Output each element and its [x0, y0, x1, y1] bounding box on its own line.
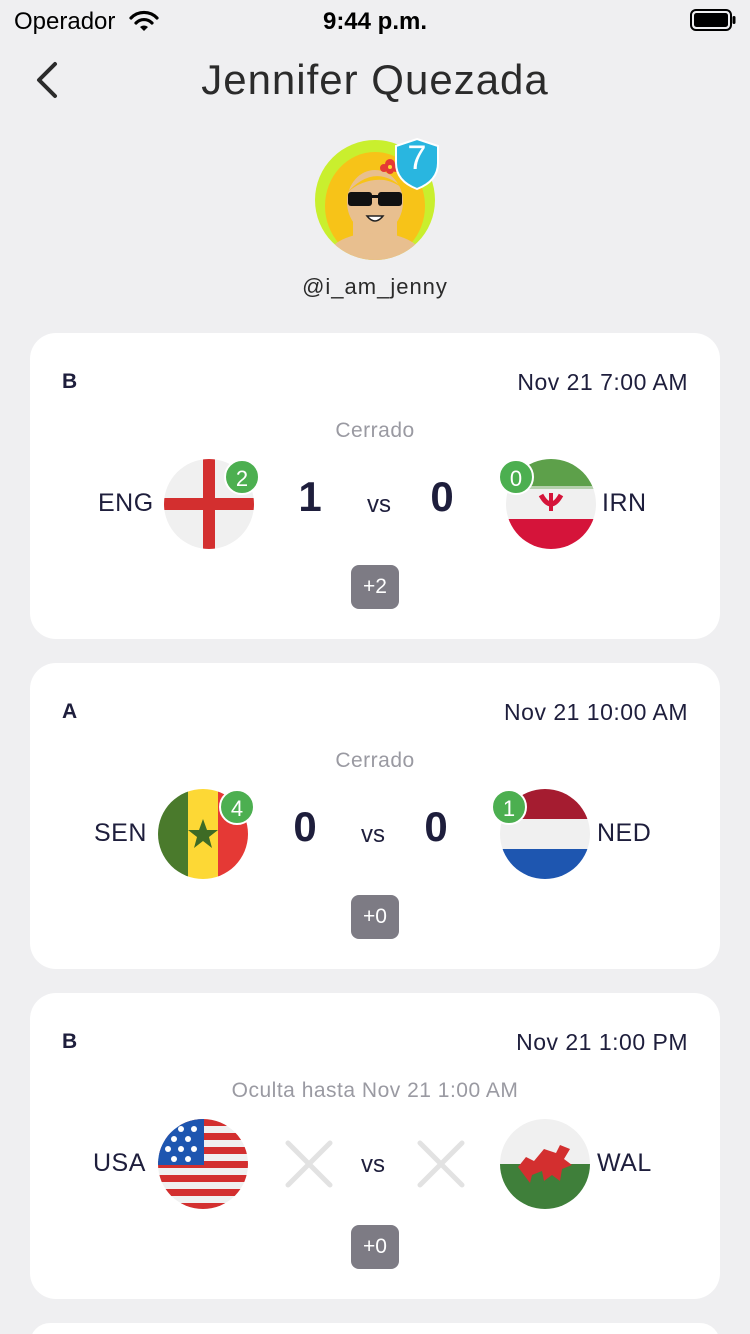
home-pick-count-badge: 2 — [224, 459, 260, 495]
match-status: Cerrado — [335, 749, 415, 772]
away-team-code: WAL — [597, 1149, 652, 1177]
home-team-code: SEN — [94, 819, 147, 847]
wales-flag-icon — [500, 1119, 590, 1209]
match-datetime: Nov 21 1:00 PM — [516, 1029, 688, 1055]
home-score: 1 — [298, 473, 322, 520]
match-group: A — [62, 700, 78, 723]
extra-picks-button[interactable]: +2 — [351, 565, 399, 609]
match-group: B — [62, 1030, 78, 1053]
match-datetime: Nov 21 7:00 AM — [517, 369, 688, 395]
away-team-code: IRN — [602, 489, 647, 517]
battery-icon — [690, 9, 736, 31]
match-card[interactable]: B Nov 21 1:00 PM Oculta hasta Nov 21 1:0… — [30, 993, 720, 1299]
home-team-code: ENG — [98, 489, 154, 517]
extra-picks-button[interactable]: +0 — [351, 895, 399, 939]
away-score: 0 — [430, 473, 454, 520]
profile-avatar-group: 7 — [315, 137, 445, 263]
match-group: B — [62, 370, 78, 393]
page-title: Jennifer Quezada — [201, 56, 549, 103]
match-datetime: Nov 21 10:00 AM — [504, 699, 688, 725]
vs-label: vs — [361, 1151, 385, 1178]
away-team-code: NED — [597, 819, 652, 847]
away-pick-count-badge: 1 — [491, 789, 527, 825]
clock: 9:44 p.m. — [322, 8, 428, 35]
home-score: 0 — [293, 803, 317, 850]
hidden-score-icon — [285, 1140, 333, 1188]
home-pick-count-badge: 4 — [219, 789, 255, 825]
away-score: 0 — [424, 803, 448, 850]
match-card[interactable] — [30, 1323, 720, 1334]
away-pick-count-badge: 0 — [498, 459, 534, 495]
usa-flag-icon — [158, 1119, 248, 1209]
status-bar: Operador 9:44 p.m. — [0, 0, 750, 40]
username: @i_am_jenny — [302, 274, 448, 299]
match-status: Oculta hasta Nov 21 1:00 AM — [231, 1079, 519, 1102]
level-badge-value: 7 — [407, 139, 427, 177]
vs-label: vs — [361, 821, 385, 848]
hidden-score-icon — [417, 1140, 465, 1188]
match-status: Cerrado — [335, 419, 415, 442]
extra-picks-button[interactable]: +0 — [351, 1225, 399, 1269]
vs-label: vs — [367, 491, 391, 518]
match-card[interactable]: A Nov 21 10:00 AM Cerrado SEN 4 0 vs 0 1… — [30, 663, 720, 969]
home-team-code: USA — [93, 1149, 146, 1177]
match-card[interactable]: B Nov 21 7:00 AM Cerrado ENG 2 1 vs 0 0 … — [30, 333, 720, 639]
